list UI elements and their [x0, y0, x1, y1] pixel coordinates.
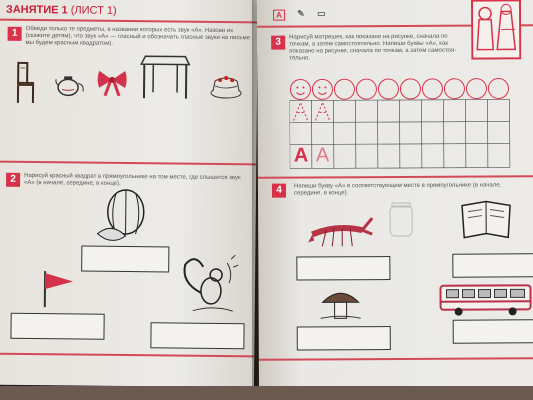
mushroom-icon[interactable]: [318, 284, 362, 322]
teapot-icon[interactable]: [55, 71, 85, 99]
task-number-3: 3: [271, 35, 286, 50]
answer-box[interactable]: [10, 312, 105, 340]
instruction-line: Напиши букву «А» в соответствующем месте…: [293, 182, 502, 190]
crayfish-icon[interactable]: [306, 206, 376, 250]
title-text: ЗАНЯТИЕ 1: [5, 3, 68, 17]
flag-icon[interactable]: [41, 269, 75, 309]
answer-box[interactable]: [452, 253, 533, 278]
divider: [258, 357, 533, 361]
answer-box[interactable]: [150, 322, 245, 350]
answer-box[interactable]: [296, 256, 391, 281]
instruction-line: середине, в конце).: [293, 190, 349, 197]
answer-box[interactable]: [452, 319, 533, 344]
bus-icon[interactable]: [438, 281, 533, 318]
table-icon[interactable]: [139, 50, 192, 103]
jar-icon[interactable]: [386, 202, 416, 238]
cake-icon[interactable]: [209, 73, 243, 101]
task-number-1: 1: [7, 26, 22, 41]
title-suffix: (ЛИСТ 1): [70, 4, 117, 17]
divider: [0, 352, 255, 358]
left-page: ЗАНЯТИЕ 1 (ЛИСТ 1) 1 Обведи только те пр…: [0, 0, 259, 388]
task1-instructions: Обведи только те предметы, в названии ко…: [25, 26, 251, 49]
task4-instructions: Напиши букву «А» в соответствующем месте…: [294, 182, 501, 197]
letter-a-symbol: A: [273, 9, 285, 21]
pencil-icon: ✎: [297, 8, 305, 19]
square-icon: ▭: [317, 8, 326, 19]
table-surface: [0, 386, 533, 400]
answer-box[interactable]: [296, 326, 391, 351]
bow-icon[interactable]: [95, 68, 129, 98]
divider: [0, 18, 258, 24]
watermelon-icon[interactable]: [95, 186, 156, 247]
divider: [0, 160, 257, 166]
dotted-letter: A: [315, 144, 330, 167]
task3-instructions: Нарисуй матрешек, как показано на рисунк…: [289, 34, 456, 63]
traced-letter: A: [293, 144, 309, 167]
task-number-2: 2: [6, 172, 21, 187]
instruction-line: тельно.: [289, 55, 311, 62]
book-icon[interactable]: [458, 197, 514, 241]
task-number-4: 4: [271, 183, 287, 198]
chair-icon[interactable]: [15, 61, 37, 105]
divider: [257, 175, 533, 179]
instruction-line: показано на рисунке, сначала по точкам, …: [289, 47, 457, 55]
squirrel-icon[interactable]: [171, 252, 242, 317]
answer-box[interactable]: [81, 245, 170, 273]
right-page: A ✎ ▭ 3 Нарисуй матрешек, как показано н…: [256, 0, 533, 391]
page-title: ЗАНЯТИЕ 1 (ЛИСТ 1): [6, 4, 117, 17]
workbook-photo: ЗАНЯТИЕ 1 (ЛИСТ 1) 1 Обведи только те пр…: [0, 0, 533, 400]
matryoshka-picture: [470, 0, 522, 60]
